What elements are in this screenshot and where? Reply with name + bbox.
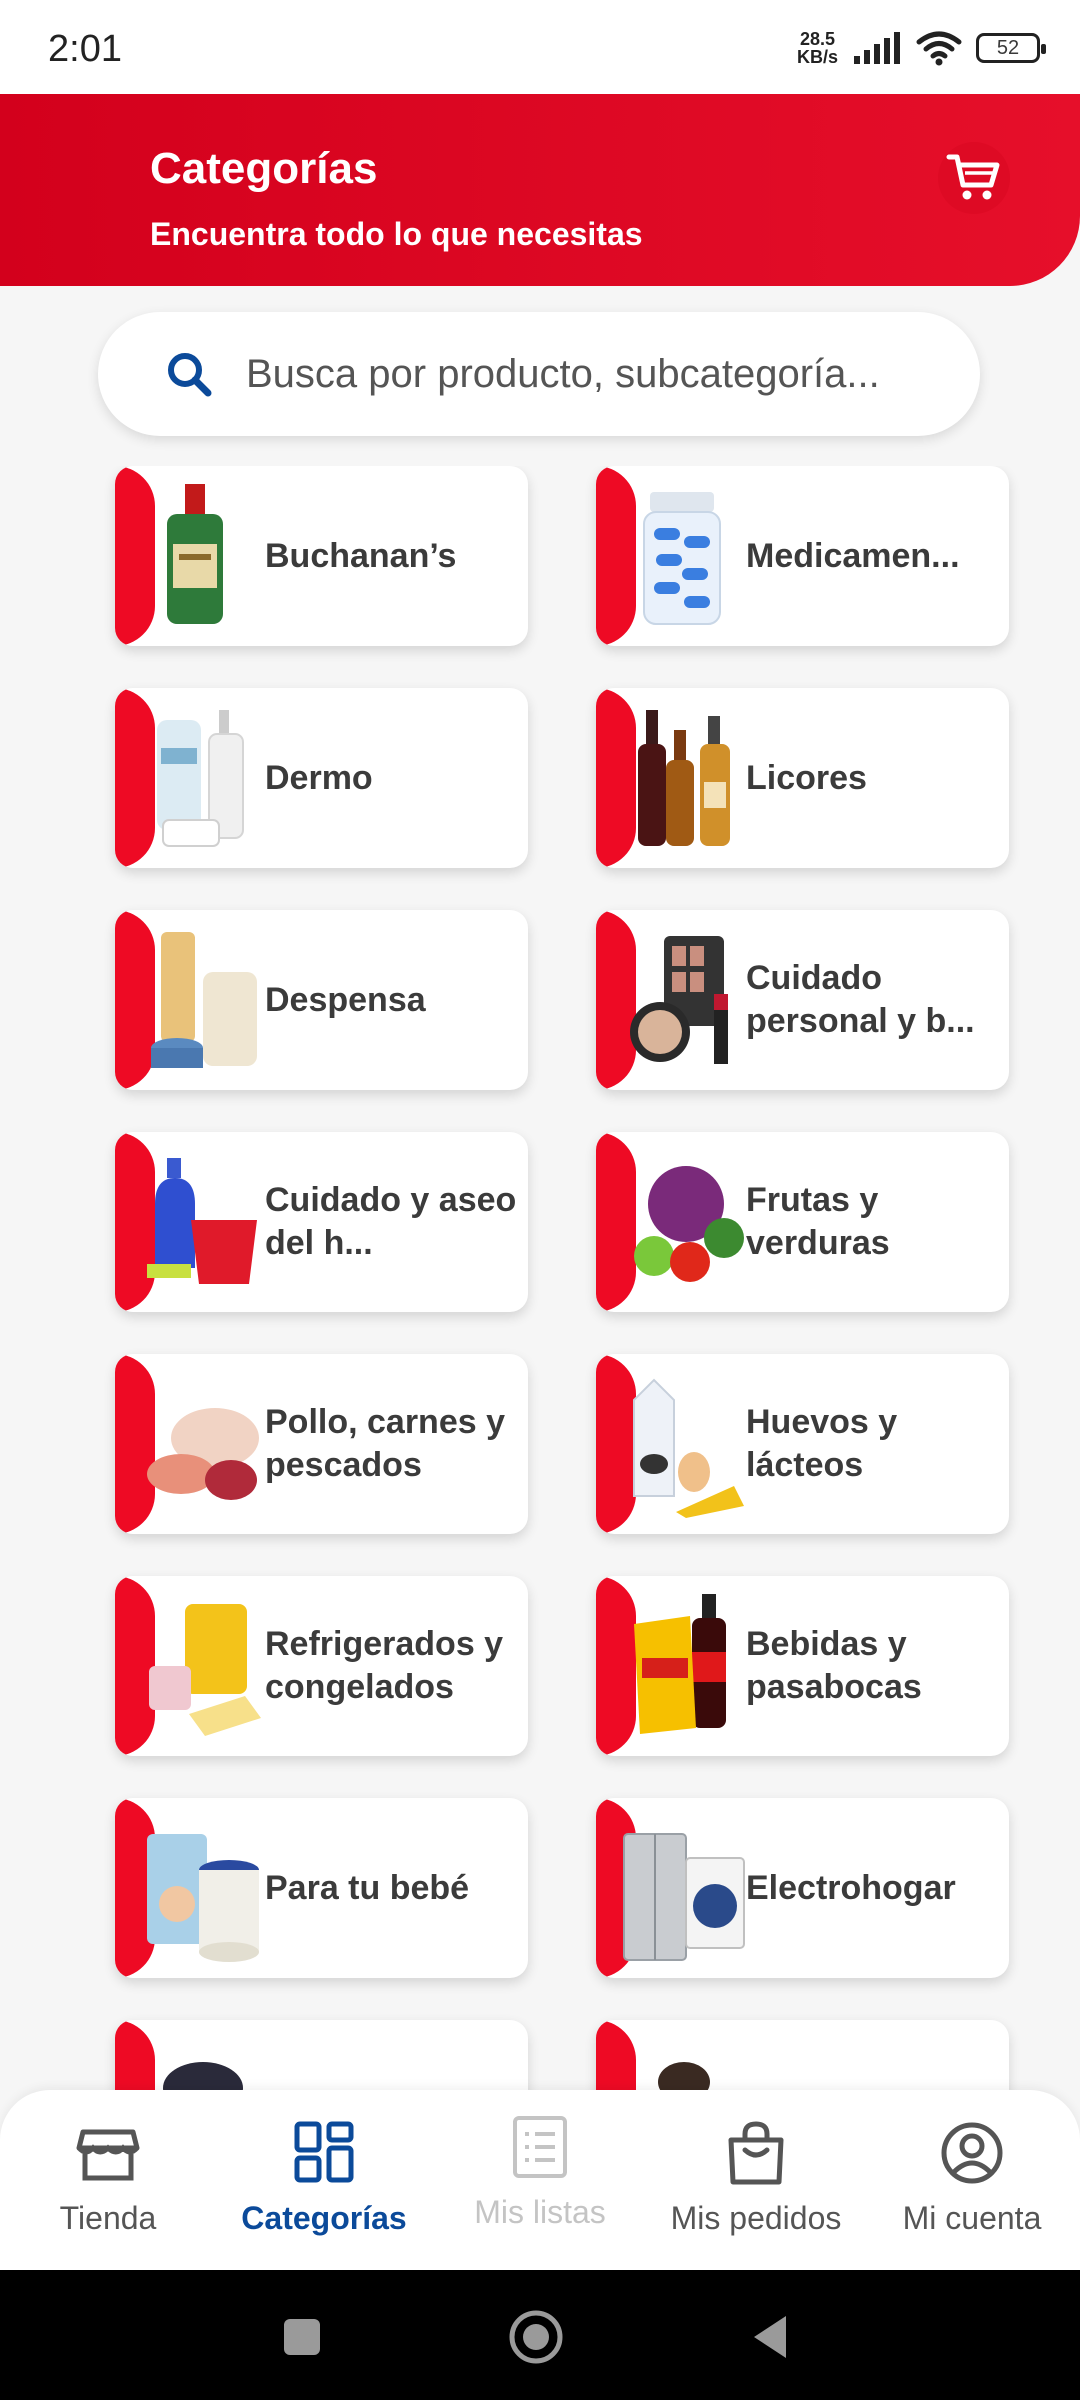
home-button[interactable] <box>507 2308 565 2366</box>
network-speed-value: 28.5 <box>799 29 836 49</box>
category-card-despensa[interactable]: Despensa <box>115 910 528 1090</box>
category-card-medicamentos[interactable]: Medicamen... <box>596 466 1009 646</box>
category-card-cuidado-personal[interactable]: Cuidado personal y b... <box>596 910 1009 1090</box>
makeup-icon <box>630 936 728 1064</box>
category-label: Refrigerados y congelados <box>265 1625 504 1706</box>
category-label: Electrohogar <box>746 1868 956 1907</box>
battery-level: 52 <box>996 36 1020 59</box>
category-card-frutas-verduras[interactable]: Frutas y verduras <box>596 1132 1009 1312</box>
category-label: Licores <box>746 758 867 797</box>
category-card-buchanans[interactable]: Buchanan’s <box>115 466 528 646</box>
category-label: Despensa <box>265 980 426 1019</box>
category-card-cuidado-hogar[interactable]: Cuidado y aseo del h... <box>115 1132 528 1312</box>
produce-icon <box>634 1166 744 1282</box>
nav-label: Mis listas <box>474 2194 606 2230</box>
nav-label: Tienda <box>59 2200 157 2236</box>
frozen-food-icon <box>149 1604 261 1736</box>
category-label: Dermo <box>265 758 373 797</box>
cleaning-supplies-icon <box>147 1158 257 1284</box>
category-card-electrohogar[interactable]: Electrohogar <box>596 1798 1009 1978</box>
category-label: Buchanan’s <box>265 536 457 575</box>
nav-mi-cuenta[interactable]: Mi cuenta <box>864 2118 1080 2258</box>
nav-mis-listas[interactable]: Mis listas <box>432 2112 648 2252</box>
cart-button[interactable] <box>938 142 1010 214</box>
category-label: Huevos y lácteos <box>746 1403 898 1484</box>
search-input[interactable] <box>244 350 948 398</box>
category-card-pollo-carnes[interactable]: Pollo, carnes y pescados <box>115 1354 528 1534</box>
page-title: Categorías <box>150 144 378 193</box>
bag-icon <box>728 2121 784 2185</box>
system-navigation-bar <box>0 2270 1080 2400</box>
network-speed: 28.5 KB/s <box>797 30 838 66</box>
cosmetic-bottles-icon <box>157 710 244 847</box>
search-bar[interactable] <box>98 312 980 436</box>
nav-label: Mi cuenta <box>902 2200 1042 2236</box>
partial-item-icon <box>658 2062 710 2090</box>
pantry-goods-icon <box>151 932 257 1068</box>
appliances-icon <box>623 1833 745 1961</box>
category-label: Pollo, carnes y pescados <box>265 1403 505 1484</box>
network-speed-unit: KB/s <box>796 47 838 67</box>
category-label: Frutas y verduras <box>746 1181 890 1262</box>
nav-tienda[interactable]: Tienda <box>0 2118 216 2258</box>
nav-categorias[interactable]: Categorías <box>216 2118 432 2258</box>
category-card-refrigerados[interactable]: Refrigerados y congelados <box>115 1576 528 1756</box>
recent-apps-button[interactable] <box>280 2315 324 2359</box>
search-icon <box>168 353 212 397</box>
category-label: Para tu bebé <box>265 1868 470 1907</box>
category-card-huevos-lacteos[interactable]: Huevos y lácteos <box>596 1354 1009 1534</box>
bottom-navigation: Tienda Categorías Mis listas Mis pedidos <box>0 2090 1080 2270</box>
partial-item-icon <box>163 2062 243 2090</box>
dairy-icon <box>633 1378 744 1518</box>
account-icon <box>941 2122 1003 2184</box>
status-bar: 2:01 28.5 KB/s 52 <box>0 0 1080 94</box>
category-card-dermo[interactable]: Dermo <box>115 688 528 868</box>
category-card-partial-right[interactable] <box>596 2020 1009 2090</box>
category-label: Cuidado personal y b... <box>746 959 975 1040</box>
back-button[interactable] <box>748 2312 792 2362</box>
baby-products-icon <box>147 1834 259 1962</box>
list-icon <box>513 2116 567 2178</box>
store-icon <box>76 2129 140 2181</box>
meats-icon <box>147 1408 259 1500</box>
page-header: Categorías Encuentra todo lo que necesit… <box>0 94 1080 286</box>
category-card-bebe[interactable]: Para tu bebé <box>115 1798 528 1978</box>
page-subtitle: Encuentra todo lo que necesitas <box>150 216 643 252</box>
category-card-bebidas-pasabocas[interactable]: Bebidas y pasabocas <box>596 1576 1009 1756</box>
category-grid: Buchanan’s Medicamen... Dermo Licores De… <box>0 466 1080 2090</box>
whisky-bottle-icon <box>167 484 223 624</box>
pill-jar-icon <box>643 492 721 625</box>
category-label: Bebidas y pasabocas <box>746 1625 922 1706</box>
status-time: 2:01 <box>48 28 122 70</box>
wifi-icon <box>916 31 962 66</box>
category-card-licores[interactable]: Licores <box>596 688 1009 868</box>
cart-icon <box>946 154 1000 200</box>
nav-label: Mis pedidos <box>670 2200 842 2236</box>
status-icons: 28.5 KB/s 52 <box>797 30 1046 66</box>
category-label: Cuidado y aseo del h... <box>265 1181 517 1262</box>
category-label: Medicamen... <box>746 536 960 575</box>
snacks-drinks-icon <box>634 1594 726 1734</box>
grid-icon <box>294 2121 354 2183</box>
liquor-bottles-icon <box>638 710 730 846</box>
nav-mis-pedidos[interactable]: Mis pedidos <box>648 2118 864 2258</box>
battery-indicator: 52 <box>976 33 1046 63</box>
signal-icon <box>854 32 900 64</box>
nav-label: Categorías <box>241 2200 407 2236</box>
category-card-partial-left[interactable] <box>115 2020 528 2090</box>
